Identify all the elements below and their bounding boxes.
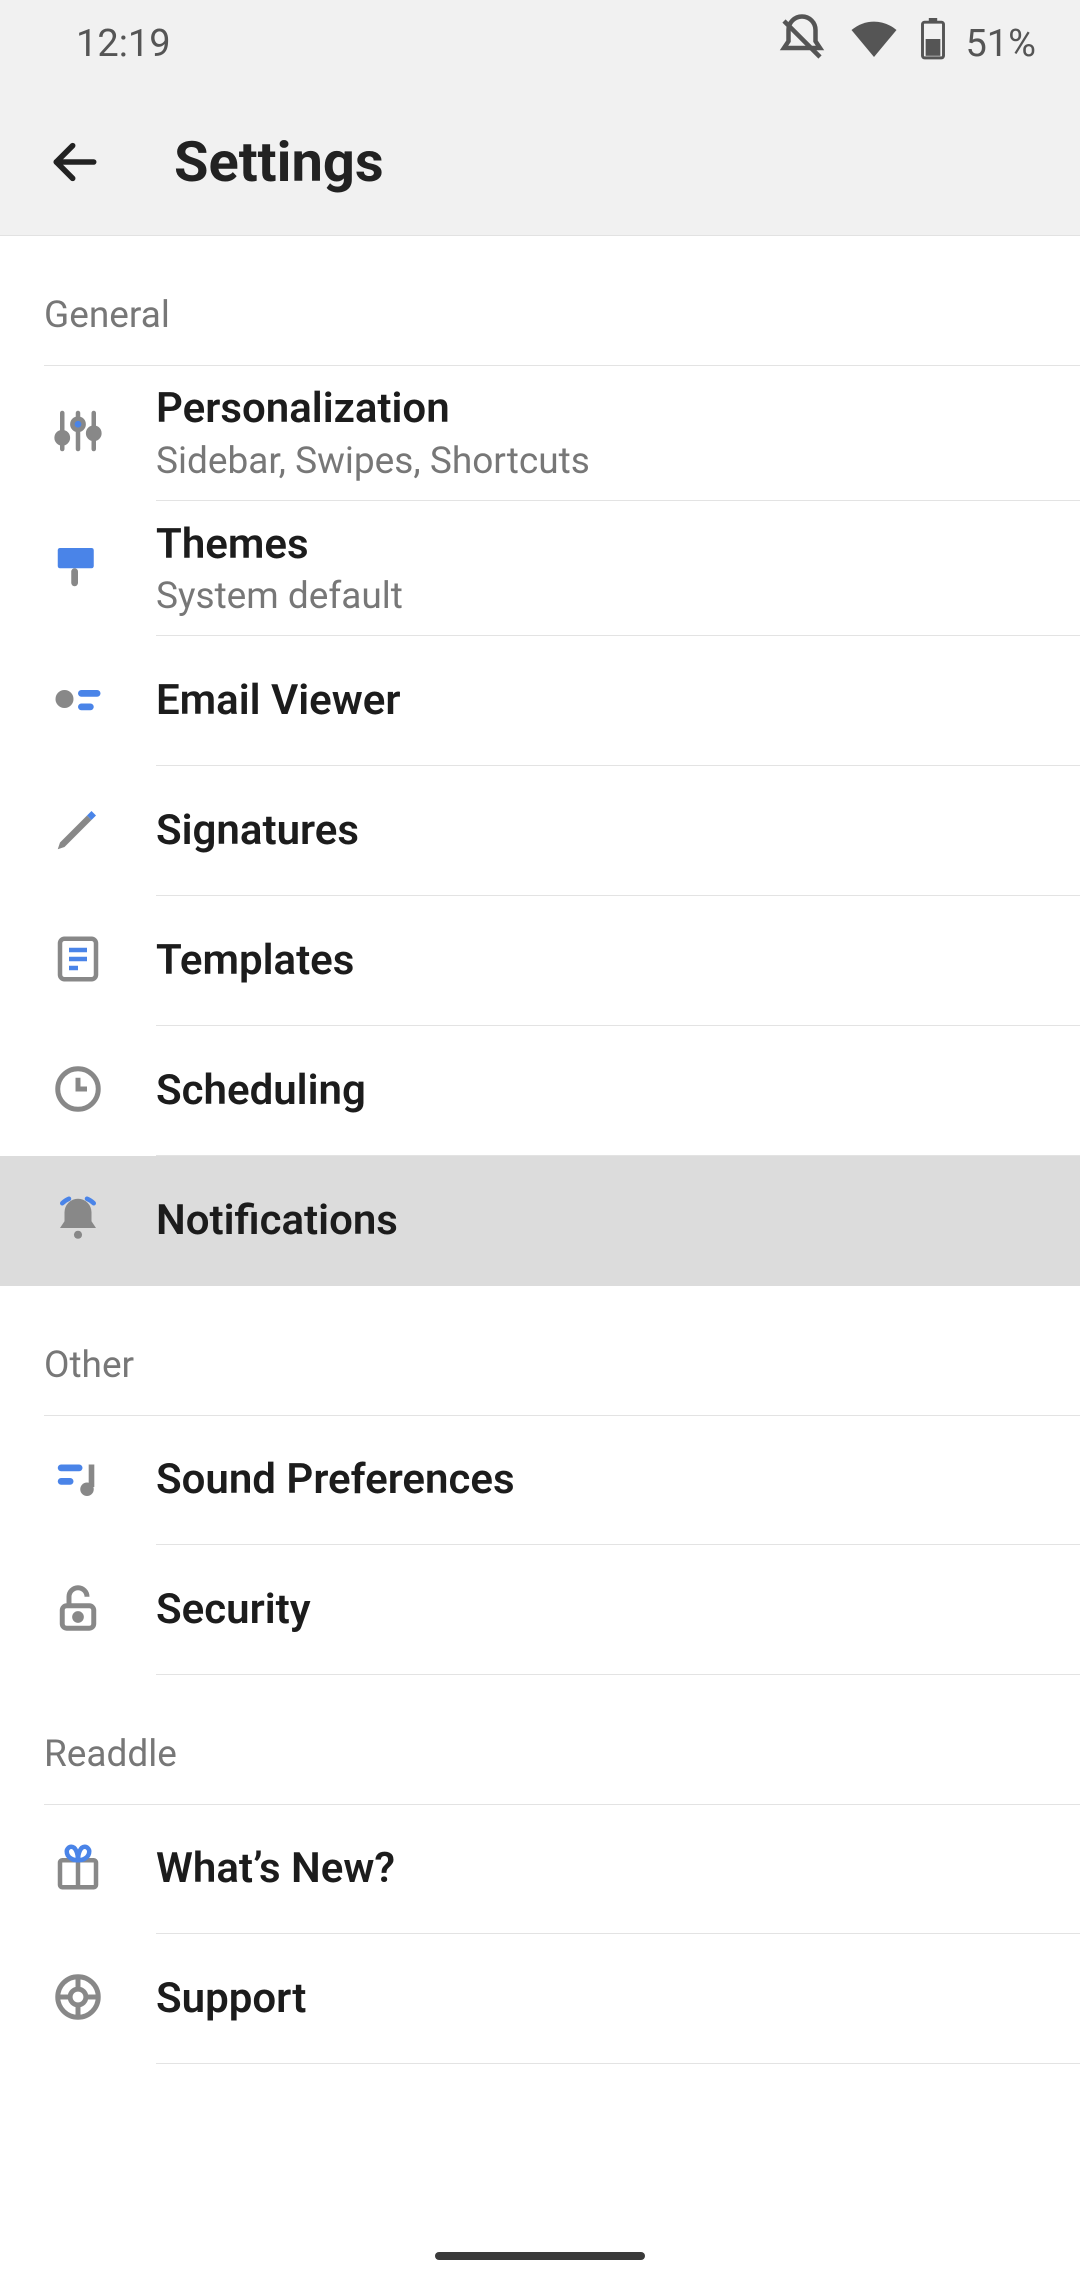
pencil-icon [51,802,105,860]
paint-icon [51,539,105,597]
item-title: What’s New? [156,1843,1080,1896]
section-label-readdle: Readdle [0,1675,1080,1804]
item-subtitle: Sidebar, Swipes, Shortcuts [156,440,1080,483]
settings-item-personalization[interactable]: Personalization Sidebar, Swipes, Shortcu… [0,365,1080,501]
battery-percentage: 51% [965,22,1036,66]
item-title: Sound Preferences [156,1454,1080,1507]
list-icon [51,672,105,730]
item-subtitle: System default [156,575,1080,618]
app-header: Settings [0,88,1080,236]
settings-item-security[interactable]: Security [0,1545,1080,1675]
document-icon [51,932,105,990]
status-bar: 12:19 51% [0,0,1080,88]
item-title: Notifications [156,1195,1080,1248]
settings-item-notifications[interactable]: Notifications [0,1156,1080,1286]
sliders-icon [51,404,105,462]
bell-icon [51,1192,105,1250]
settings-item-scheduling[interactable]: Scheduling [0,1026,1080,1156]
lifebuoy-icon [51,1970,105,2028]
settings-item-templates[interactable]: Templates [0,896,1080,1026]
gift-icon [51,1840,105,1898]
arrow-left-icon [47,134,103,190]
settings-item-themes[interactable]: Themes System default [0,501,1080,637]
lock-icon [51,1581,105,1639]
back-button[interactable] [38,125,112,199]
page-title: Settings [174,129,384,195]
item-title: Support [156,1973,1080,2026]
item-title: Security [156,1584,1080,1637]
item-title: Email Viewer [156,675,1080,728]
section-label-other: Other [0,1286,1080,1415]
item-title: Scheduling [156,1065,1080,1118]
battery-icon [919,18,947,70]
dnd-icon [775,12,829,76]
settings-item-support[interactable]: Support [0,1934,1080,2064]
clock-icon [51,1062,105,1120]
settings-item-whats-new[interactable]: What’s New? [0,1804,1080,1934]
section-label-general: General [0,236,1080,365]
settings-item-sound-preferences[interactable]: Sound Preferences [0,1415,1080,1545]
item-title: Signatures [156,805,1080,858]
wifi-icon [847,12,901,76]
item-title: Themes [156,519,1080,572]
status-time: 12:19 [76,22,171,66]
item-title: Personalization [156,383,1080,436]
gesture-bar [435,2252,645,2260]
music-note-icon [51,1451,105,1509]
settings-item-email-viewer[interactable]: Email Viewer [0,636,1080,766]
item-title: Templates [156,935,1080,988]
settings-item-signatures[interactable]: Signatures [0,766,1080,896]
